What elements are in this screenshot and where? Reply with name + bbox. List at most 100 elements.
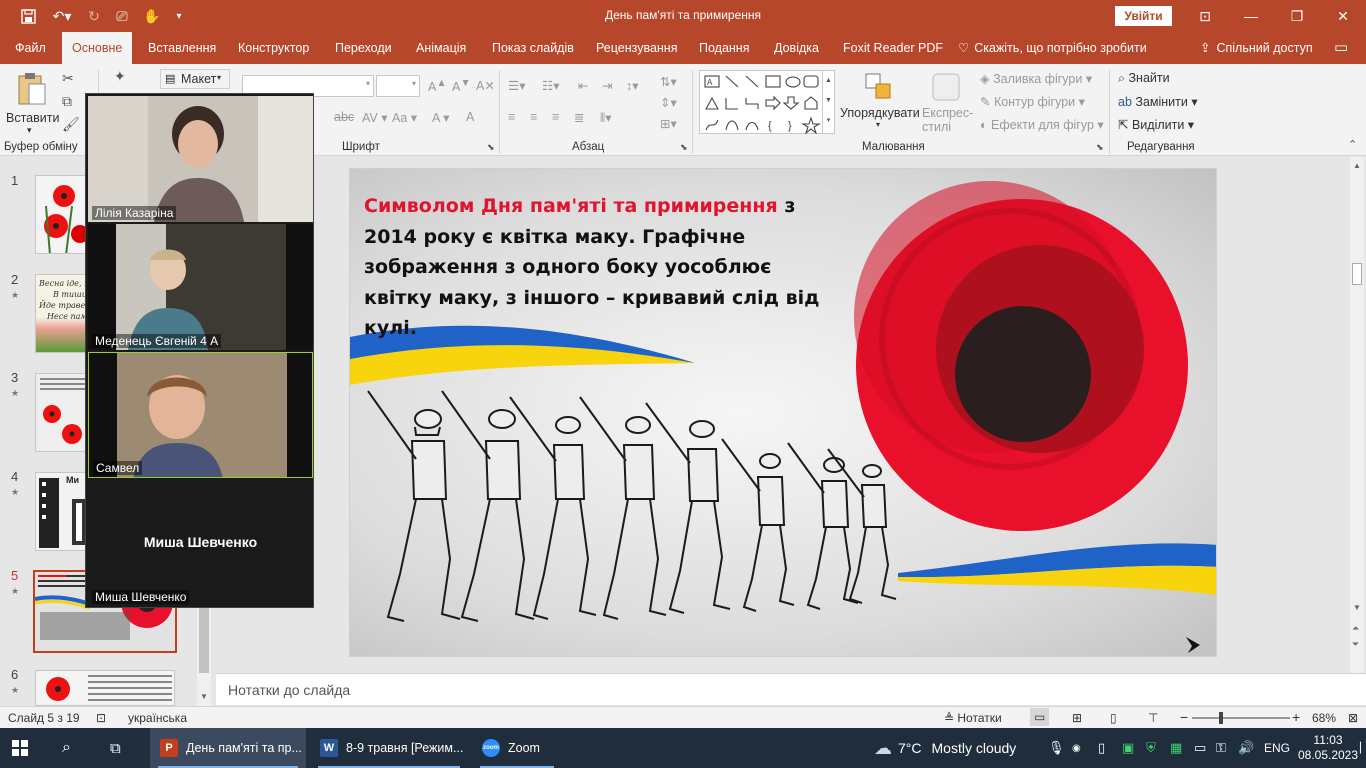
volume-icon[interactable]: 🔊 (1238, 728, 1254, 768)
network-icon[interactable]: ⚿ (1216, 728, 1226, 768)
shape-fill-button[interactable]: ◈ Заливка фігури ▾ (980, 71, 1092, 86)
notes-pane[interactable]: Нотатки до слайда (216, 673, 1366, 705)
find-button[interactable]: ⌕ Знайти (1118, 71, 1170, 86)
character-spacing-icon[interactable]: AV ▾ (362, 110, 388, 125)
normal-view-icon[interactable]: ▭ (1030, 708, 1050, 726)
tab-view[interactable]: Подання (699, 32, 749, 64)
tab-design[interactable]: Конструктор (238, 32, 309, 64)
scroll-thumb[interactable] (1352, 263, 1362, 285)
tray-app-icon[interactable]: ▦ (1170, 728, 1182, 768)
green-app-tray-icon[interactable]: ▣ (1122, 728, 1134, 768)
increase-indent-icon[interactable]: ⇥ (602, 78, 612, 93)
highlight-icon[interactable]: A (466, 110, 474, 124)
start-button[interactable] (12, 728, 38, 768)
strikethrough-icon[interactable]: abc (334, 110, 354, 124)
current-slide[interactable]: Символом Дня пам'яті та примирення з 201… (349, 168, 1217, 657)
arrange-button[interactable]: Упорядкувати ▾ (840, 70, 920, 136)
restore-button[interactable]: ❐ (1286, 6, 1308, 26)
microphone-icon[interactable]: 🎙 (1048, 728, 1065, 768)
reading-view-icon[interactable]: ▯ (1110, 711, 1117, 725)
align-left-icon[interactable]: ≡ (508, 110, 515, 124)
tab-foxit[interactable]: Foxit Reader PDF (843, 32, 943, 64)
taskbar-app-powerpoint[interactable]: P День пам'яті та пр... (150, 728, 306, 768)
format-painter-icon[interactable]: 🖌 (62, 116, 80, 133)
collapse-ribbon-icon[interactable]: ⌃ (1348, 138, 1357, 151)
drawing-dialog-launcher-icon[interactable]: ⬊ (1096, 142, 1104, 153)
shape-outline-button[interactable]: ✎ Контур фігури ▾ (980, 94, 1085, 109)
tab-slideshow[interactable]: Показ слайдів (492, 32, 574, 64)
participant-video-2[interactable]: Меденець Євгеній 4 А (88, 224, 313, 350)
search-taskbar-icon[interactable]: ⌕ (62, 728, 71, 768)
task-view-icon[interactable]: ⧉ (110, 728, 121, 768)
layout-dropdown[interactable]: ▤ Макет ▾ (160, 69, 230, 89)
justify-icon[interactable]: ≣ (574, 110, 584, 125)
decrease-indent-icon[interactable]: ⇤ (578, 78, 588, 93)
tell-me-search[interactable]: ♡ Скажіть, що потрібно зробити (958, 32, 1147, 64)
accessibility-icon[interactable]: ⊡ (96, 711, 106, 725)
comments-icon[interactable]: ▭ (1334, 32, 1348, 64)
notes-toggle[interactable]: ≜ Нотатки (944, 711, 1002, 725)
zoom-slider-thumb[interactable] (1219, 712, 1223, 724)
security-tray-icon[interactable]: ⛨ (1146, 728, 1156, 768)
taskbar-app-word[interactable]: W 8-9 травня [Режим... (310, 728, 468, 768)
zoom-tray-icon[interactable]: ◉ (1072, 728, 1081, 768)
taskbar-app-zoom[interactable]: zoom Zoom (472, 728, 562, 768)
participant-video-4[interactable]: Миша Шевченко Миша Шевченко (88, 480, 313, 606)
tab-help[interactable]: Довідка (774, 32, 819, 64)
scroll-down-icon[interactable]: ▼ (1353, 603, 1361, 612)
cut-icon[interactable]: ✂ (62, 70, 74, 87)
text-direction-icon[interactable]: ⇅▾ (660, 74, 677, 89)
decrease-font-size-icon[interactable]: A▼ (452, 78, 471, 94)
paragraph-dialog-launcher-icon[interactable]: ⬊ (680, 142, 688, 153)
slide-scrollbar[interactable]: ▲ ▼ ⏶ ⏷ (1350, 157, 1364, 673)
input-language[interactable]: ENG (1264, 728, 1290, 768)
shapes-gallery[interactable]: A {} ▲ ▼ ▾ (699, 70, 835, 134)
minimize-button[interactable]: — (1240, 6, 1262, 26)
align-center-icon[interactable]: ≡ (530, 110, 537, 124)
font-dialog-launcher-icon[interactable]: ⬊ (487, 142, 495, 153)
slide-counter[interactable]: Слайд 5 з 19 (8, 711, 80, 725)
zoom-out-icon[interactable]: − (1180, 709, 1188, 725)
next-slide-icon[interactable]: ⏷ (1352, 639, 1359, 650)
fit-slide-icon[interactable]: ⊠ (1348, 711, 1358, 725)
slide-sorter-icon[interactable]: ⊞ (1072, 711, 1082, 725)
zoom-video-panel[interactable]: Лілія Казаріна Меденець Євгеній 4 А Самв… (85, 93, 314, 608)
clear-formatting-icon[interactable]: A✕ (476, 78, 495, 93)
language-indicator[interactable]: українська (128, 711, 187, 725)
usb-icon[interactable]: ▯ (1098, 728, 1105, 768)
tab-home[interactable]: Основне (62, 32, 133, 64)
shapes-scroll-icon[interactable]: ▲ ▼ ▾ (822, 71, 834, 133)
increase-font-size-icon[interactable]: A▲ (428, 78, 447, 94)
quick-styles-button[interactable]: Експрес-стилі (920, 70, 973, 136)
participant-video-1[interactable]: Лілія Казаріна (88, 96, 313, 222)
slideshow-icon[interactable]: ⊤ (1148, 711, 1158, 725)
new-slide-icon[interactable]: ✦ (114, 68, 126, 85)
tab-review[interactable]: Рецензування (596, 32, 677, 64)
zoom-level[interactable]: 68% (1312, 711, 1336, 725)
previous-slide-icon[interactable]: ⏶ (1352, 623, 1359, 634)
change-case-icon[interactable]: Aa ▾ (392, 110, 417, 125)
ribbon-display-options-icon[interactable]: ⊡ (1194, 6, 1216, 26)
weather-widget[interactable]: ☁ 7°C Mostly cloudy (874, 728, 1016, 768)
tab-file[interactable]: Файл (15, 32, 46, 64)
slide-thumbnail-6[interactable] (35, 670, 175, 706)
participant-video-3[interactable]: Самвел (88, 352, 313, 478)
columns-icon[interactable]: ⫴▾ (600, 110, 612, 126)
paste-button[interactable]: Вставити ▾ (4, 70, 59, 136)
tab-animations[interactable]: Анімація (416, 32, 466, 64)
shape-effects-button[interactable]: ◐ Ефекти для фігур ▾ (980, 117, 1104, 132)
select-button[interactable]: ⇱ Виділити ▾ (1118, 117, 1194, 132)
smartart-icon[interactable]: ⊞▾ (660, 116, 677, 131)
sign-in-button[interactable]: Увійти (1115, 6, 1172, 26)
align-right-icon[interactable]: ≡ (552, 110, 559, 124)
copy-icon[interactable]: ⧉ (62, 93, 72, 110)
scroll-up-icon[interactable]: ▲ (1353, 161, 1361, 170)
close-button[interactable]: ✕ (1332, 6, 1354, 26)
align-text-icon[interactable]: ⇕▾ (660, 95, 677, 110)
notifications-icon[interactable]: ▏ (1360, 728, 1366, 768)
monitor-icon[interactable]: ▭ (1194, 728, 1206, 768)
zoom-slider[interactable] (1192, 712, 1290, 724)
zoom-in-icon[interactable]: + (1292, 709, 1300, 725)
tab-transitions[interactable]: Переходи (335, 32, 392, 64)
font-size-input[interactable]: ▾ (376, 75, 420, 97)
